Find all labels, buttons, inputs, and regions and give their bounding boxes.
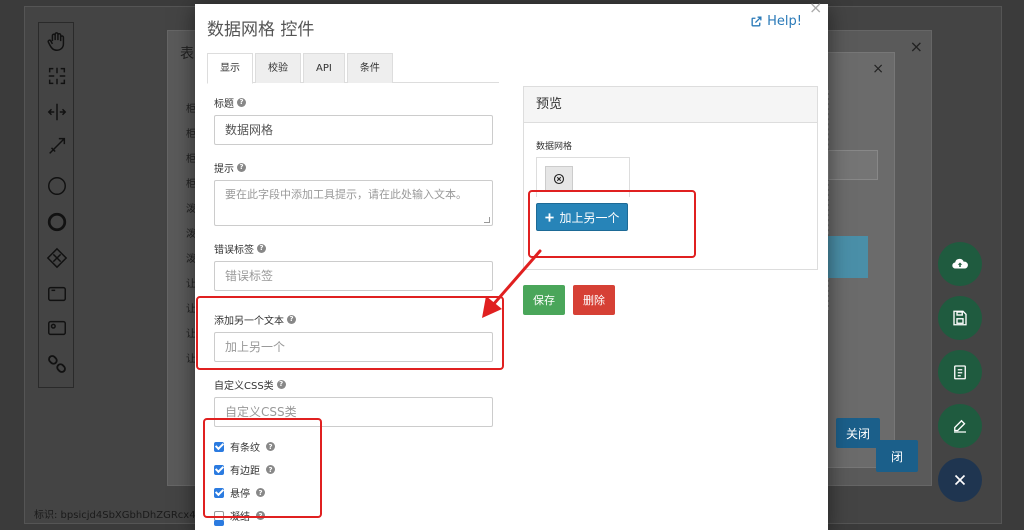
css-class-field-label: 自定义CSS类?: [214, 376, 494, 392]
help-question-icon[interactable]: ?: [237, 162, 246, 172]
hand-tool-icon[interactable]: [44, 29, 70, 55]
error-label-text: 错误标签: [214, 244, 254, 256]
error-field-label: 错误标签?: [214, 240, 494, 256]
annotation-box-checkboxes: [203, 418, 322, 518]
cloud-upload-icon: [952, 258, 968, 269]
connect-tool-icon[interactable]: [44, 133, 70, 159]
close-icon: [954, 474, 966, 486]
title-input[interactable]: 数据网格: [214, 115, 493, 145]
tab-display[interactable]: 显示: [207, 53, 253, 84]
help-link[interactable]: Help!: [750, 14, 802, 29]
help-question-icon[interactable]: ?: [257, 243, 266, 253]
upload-fab[interactable]: [938, 242, 982, 286]
remove-circle-icon: [553, 173, 565, 185]
tooltip-field-label: 提示?: [214, 159, 494, 175]
help-question-icon[interactable]: ?: [237, 97, 246, 107]
floppy-icon: [953, 310, 967, 326]
datagrid-label: 数据网格: [536, 142, 573, 152]
edit-fab[interactable]: [938, 404, 982, 448]
tooltip-placeholder: 要在此字段中添加工具提示，请在此处输入文本。: [225, 188, 467, 201]
tab-api[interactable]: API: [303, 53, 345, 83]
tab-conditional[interactable]: 条件: [346, 53, 393, 83]
tab-validation[interactable]: 校验: [255, 53, 301, 83]
background-modal-title: 表: [180, 46, 194, 62]
css-label-text: 自定义CSS类: [214, 380, 274, 392]
space-tool-icon[interactable]: [44, 99, 70, 125]
title-field-label: 标题?: [214, 94, 494, 110]
user-task-icon[interactable]: [44, 315, 70, 341]
end-event-icon[interactable]: [44, 209, 70, 235]
lasso-tool-icon[interactable]: [44, 63, 70, 89]
background-close-icon[interactable]: ×: [910, 37, 923, 56]
tooltip-label-text: 提示: [214, 163, 234, 175]
background-blue-block: [828, 236, 868, 278]
delete-button[interactable]: 删除: [573, 285, 615, 315]
task-icon[interactable]: [44, 281, 70, 307]
background-inner-close-icon[interactable]: ×: [872, 61, 884, 77]
footer-identifier: 标识: bpsicjd4SbXGbhDhZGRcx4DD: [34, 510, 211, 521]
close-fab[interactable]: [938, 458, 982, 502]
remove-row-button[interactable]: [545, 166, 573, 192]
shape-palette: [38, 22, 74, 388]
save-fab[interactable]: [938, 296, 982, 340]
external-link-icon: [751, 16, 762, 27]
next-checkbox-edge: [214, 520, 224, 526]
dialog-title: 数据网格 控件: [207, 20, 315, 40]
tooltip-textarea[interactable]: 要在此字段中添加工具提示，请在此处输入文本。: [214, 180, 493, 226]
background-field: [828, 150, 878, 180]
resize-grip-icon[interactable]: [484, 217, 490, 223]
help-label: Help!: [767, 14, 802, 29]
settings-tabs: 显示 校验 API 条件: [207, 53, 499, 84]
annotation-box-add-button: [528, 190, 696, 258]
clipboard-icon: [954, 365, 966, 380]
document-fab[interactable]: [938, 350, 982, 394]
link-icon[interactable]: [44, 351, 70, 377]
save-button[interactable]: 保存: [523, 285, 565, 315]
preview-heading: 预览: [524, 87, 817, 123]
help-question-icon[interactable]: ?: [276, 379, 286, 389]
background-close-button[interactable]: 关闭: [836, 418, 880, 448]
error-label-input[interactable]: 错误标签: [214, 261, 493, 291]
start-event-icon[interactable]: [44, 173, 70, 199]
gateway-icon[interactable]: [44, 245, 70, 271]
title-label-text: 标题: [214, 98, 234, 110]
annotation-box-add-text: [196, 296, 504, 370]
background-close-button-2[interactable]: 闭: [876, 440, 918, 472]
dialog-close-icon[interactable]: ×: [809, 0, 822, 17]
edit-icon: [954, 419, 966, 433]
